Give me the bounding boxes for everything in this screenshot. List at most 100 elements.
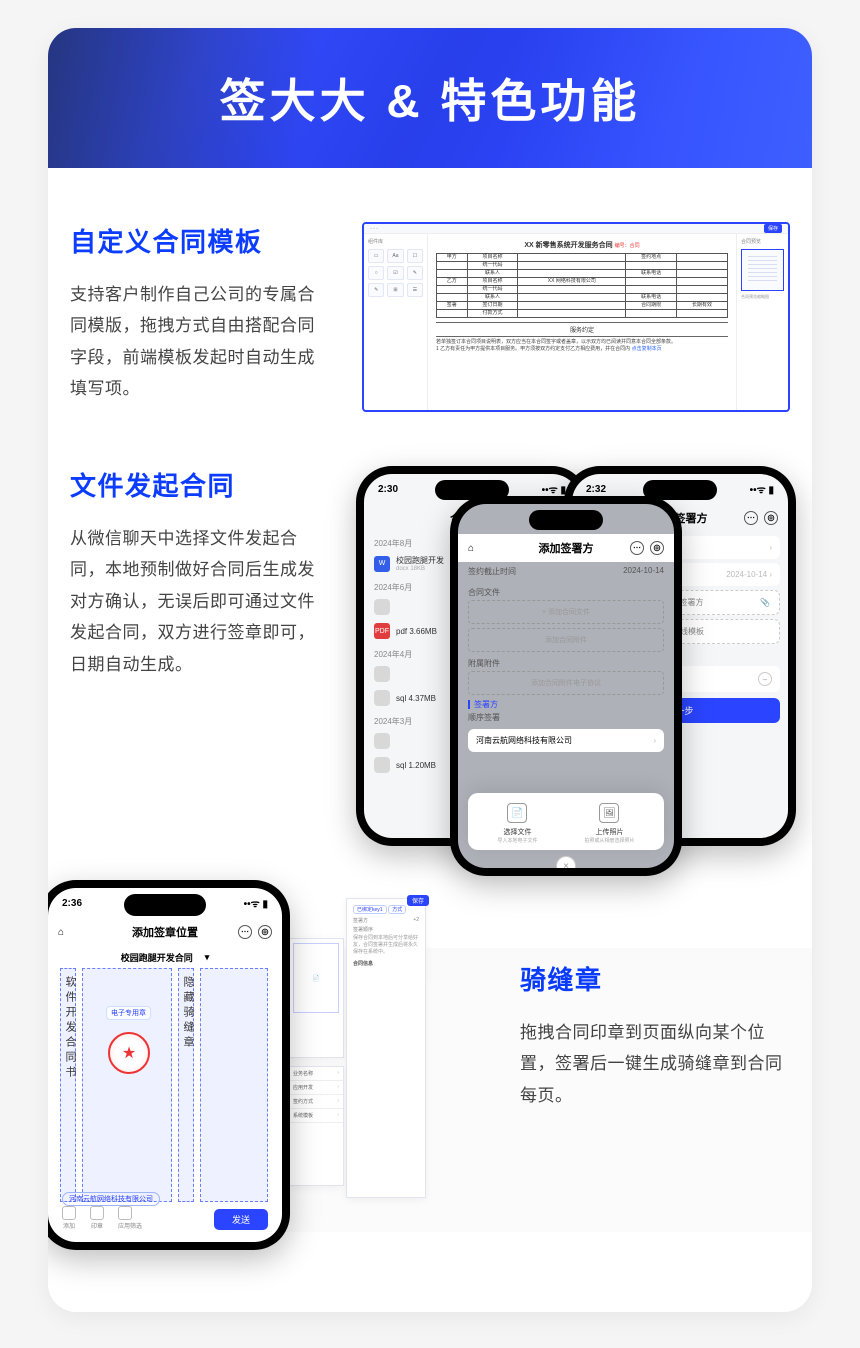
center-body: 签约截止时间 2024-10-14 合同文件 + 添加合同文件 添加合同附件 附…	[458, 562, 674, 868]
feature-row-1: 自定义合同模板 支持客户制作自己公司的专属合同模版，拖拽方式自由搭配合同字段，前…	[70, 168, 790, 412]
preview1-topbar: ◦ ◦ ◦ 保存	[364, 224, 788, 234]
photo-icon: 🖼	[599, 803, 619, 823]
sidepanel-label: 组件库	[368, 238, 423, 245]
gray-icon	[374, 733, 390, 749]
feature-1-text: 自定义合同模板 支持客户制作自己公司的专属合同模版，拖拽方式自由搭配合同字段，前…	[70, 222, 328, 412]
sig-heading: 签署方	[458, 695, 674, 712]
more-icon[interactable]: ⋯	[238, 925, 252, 939]
tool-item[interactable]: ○	[368, 266, 384, 280]
toolbar-item[interactable]: 添加	[62, 1206, 76, 1230]
home-icon[interactable]: ⌂	[468, 543, 474, 554]
sd2-tag2: 方式	[388, 905, 406, 914]
more-icon[interactable]: ⋯	[744, 511, 758, 525]
tool-item[interactable]: ☑	[387, 266, 403, 280]
page-canvas[interactable]: 软件开发合同书 隐藏骑缝章 电子专用章 ★	[54, 968, 276, 1202]
toolbar-item[interactable]: 印章	[90, 1206, 104, 1230]
pdf-icon: PDF	[374, 623, 390, 639]
agreement-header: 服务约定	[436, 322, 728, 337]
company-chip[interactable]: 河南云航网络科技有限公司	[62, 1192, 160, 1206]
vertical-text: 软件开发合同书	[62, 976, 78, 1081]
side-panel-meta: 保存 已绑定key1 方式 签署方+2 签署顺序 保存合同到本地后可分享给好友，…	[346, 898, 426, 1198]
action-sheet: 📄 选择文件 导入本地电子文件 🖼 上传照片 拍照或从相册选择照片 ×	[468, 793, 664, 850]
agreement-para1: 若单独签订本合同项目说明表，双方应当在本合同签字或者盖章，以示双方均已阅读并同意…	[436, 339, 728, 346]
bottom-toolbar: 添加 印章 应用筛选	[62, 1206, 142, 1230]
file-icon: 📄	[507, 803, 527, 823]
close-sheet-button[interactable]: ×	[556, 856, 576, 868]
thumb-meta: 合同预览缩略图	[741, 294, 784, 300]
preview1-rightpanel: 合同预览 合同预览缩略图	[736, 234, 788, 410]
page-main	[82, 968, 172, 1202]
tool-item[interactable]: ▭	[368, 249, 384, 263]
doc-thumbnail[interactable]	[741, 249, 784, 291]
add-esign-box[interactable]: 添加合同附件电子协议	[468, 671, 664, 695]
gray-icon	[374, 757, 390, 773]
seal-stamp[interactable]: ★	[108, 1032, 150, 1074]
delete-icon[interactable]: –	[758, 672, 772, 686]
sd3-item[interactable]: 系统模板›	[289, 1109, 343, 1123]
tool-item[interactable]: ☐	[407, 249, 423, 263]
tool-item[interactable]: ☰	[407, 283, 423, 297]
gray-icon	[374, 690, 390, 706]
preview1-doc: XX 新零售系统开发服务合同 编号：合同 甲方项目名称签约地点统一代码联系人联系…	[428, 234, 736, 410]
feature-2-text: 文件发起合同 从微信聊天中选择文件发起合同，本地预制做好合同后生成发对方确认，无…	[70, 466, 328, 866]
sd3-item[interactable]: 业务名称›	[289, 1067, 343, 1081]
signal-icon: ••ᯤ ▮	[542, 482, 566, 496]
word-icon: W	[374, 556, 390, 572]
contract-selector[interactable]: 校园跑腿开发合同 ▾	[54, 946, 276, 968]
banner: 签大大 & 特色功能	[48, 28, 812, 168]
feature-2-desc: 从微信聊天中选择文件发起合同，本地预制做好合同后生成发对方确认，无误后即可通过文…	[70, 523, 328, 680]
feature-1-desc: 支持客户制作自己公司的专属合同模版，拖拽方式自由搭配合同字段，前端模板发起时自动…	[70, 279, 328, 405]
home-icon[interactable]: ⌂	[58, 927, 64, 938]
send-button[interactable]: 发送	[214, 1209, 268, 1230]
due-label: 签约截止时间	[468, 566, 516, 577]
side-panel-thumb: 📄	[288, 938, 344, 1058]
page-placeholder: 📄	[293, 943, 339, 1013]
feature-2-preview: 2:30 ••ᯤ ▮ 合作伙伴 取消 2024年8月W校园跑腿开发docx 18…	[362, 466, 790, 866]
target-icon[interactable]: ◎	[650, 541, 664, 555]
sheet-option-file[interactable]: 📄 选择文件 导入本地电子文件	[497, 803, 537, 844]
preview1-save-button[interactable]: 保存	[764, 224, 782, 233]
sheet-option-photo[interactable]: 🖼 上传照片 拍照或从相册选择照片	[584, 803, 634, 844]
sd2-tag: 已绑定key1	[353, 905, 387, 914]
attach-icon[interactable]: 📎	[760, 598, 770, 607]
feature-row-2: 文件发起合同 从微信聊天中选择文件发起合同，本地预制做好合同后生成发对方确认，无…	[70, 412, 790, 866]
gray-icon	[374, 599, 390, 615]
phone-mock-seal: 2:36 ••ᯤ ▮ ⌂ 添加签章位置 ⋯◎ 校园跑腿开发合同 ▾	[48, 880, 290, 1250]
tool-item[interactable]: ✎	[368, 283, 384, 297]
preview1-sidepanel: 组件库 ▭ Aa ☐ ○ ☑ ✎ ✎ ⊞ ☰	[364, 234, 428, 410]
order-label: 顺序签署	[458, 712, 674, 725]
sec-label: 附属附件	[458, 652, 674, 671]
notch	[529, 510, 603, 530]
signal-icon: ••ᯤ ▮	[244, 896, 268, 910]
seal-editor: 校园跑腿开发合同 ▾ 软件开发合同书 隐藏骑缝章 电子专用章	[54, 946, 276, 1236]
vertical-text: 隐藏骑缝章	[180, 976, 196, 1051]
navbar-center: ⌂ 添加签署方 ⋯◎	[458, 534, 674, 562]
doc-table: 甲方项目名称签约地点统一代码联系人联系电话乙方项目名称XX 网络科技有限公司统一…	[436, 253, 728, 318]
inline-link[interactable]: 点击复制本页	[632, 346, 662, 352]
add-file-box[interactable]: + 添加合同文件	[468, 600, 664, 624]
navbar-seal: ⌂ 添加签章位置 ⋯◎	[48, 918, 282, 946]
tool-item[interactable]: ⊞	[387, 283, 403, 297]
tool-item[interactable]: ✎	[407, 266, 423, 280]
sec-label: 合同文件	[458, 581, 674, 600]
add-attach-box[interactable]: 添加合同附件	[468, 628, 664, 652]
partner-row[interactable]: 河南云航网络科技有限公司 ›	[468, 729, 664, 752]
target-icon[interactable]: ◎	[258, 925, 272, 939]
content-area: 自定义合同模板 支持客户制作自己公司的专属合同模版，拖拽方式自由搭配合同字段，前…	[48, 168, 812, 1270]
toolbar-item[interactable]: 应用筛选	[118, 1206, 142, 1230]
signal-icon: ••ᯤ ▮	[750, 482, 774, 496]
tool-grid: ▭ Aa ☐ ○ ☑ ✎ ✎ ⊞ ☰	[368, 249, 423, 297]
sd2-save[interactable]: 保存	[407, 895, 429, 906]
chevron-down-icon: ▾	[205, 952, 210, 963]
doc-title: XX 新零售系统开发服务合同 编号：合同	[436, 240, 728, 250]
feature-card: 签大大 & 特色功能 自定义合同模板 支持客户制作自己公司的专属合同模版，拖拽方…	[48, 28, 812, 1312]
rightpanel-label: 合同预览	[741, 238, 784, 245]
target-icon[interactable]: ◎	[764, 511, 778, 525]
sd3-item[interactable]: 签约方式›	[289, 1095, 343, 1109]
sd3-item[interactable]: 应用开发›	[289, 1081, 343, 1095]
phone-mock-center: ⌂ 添加签署方 ⋯◎ 签约截止时间 2024-10-14 合同文件 + 添加合同…	[450, 496, 682, 876]
side-panel-list: 业务名称›应用开发›签约方式›系统模板›	[288, 1066, 344, 1186]
more-icon[interactable]: ⋯	[630, 541, 644, 555]
feature-1-title: 自定义合同模板	[70, 222, 328, 259]
tool-item[interactable]: Aa	[387, 249, 403, 263]
